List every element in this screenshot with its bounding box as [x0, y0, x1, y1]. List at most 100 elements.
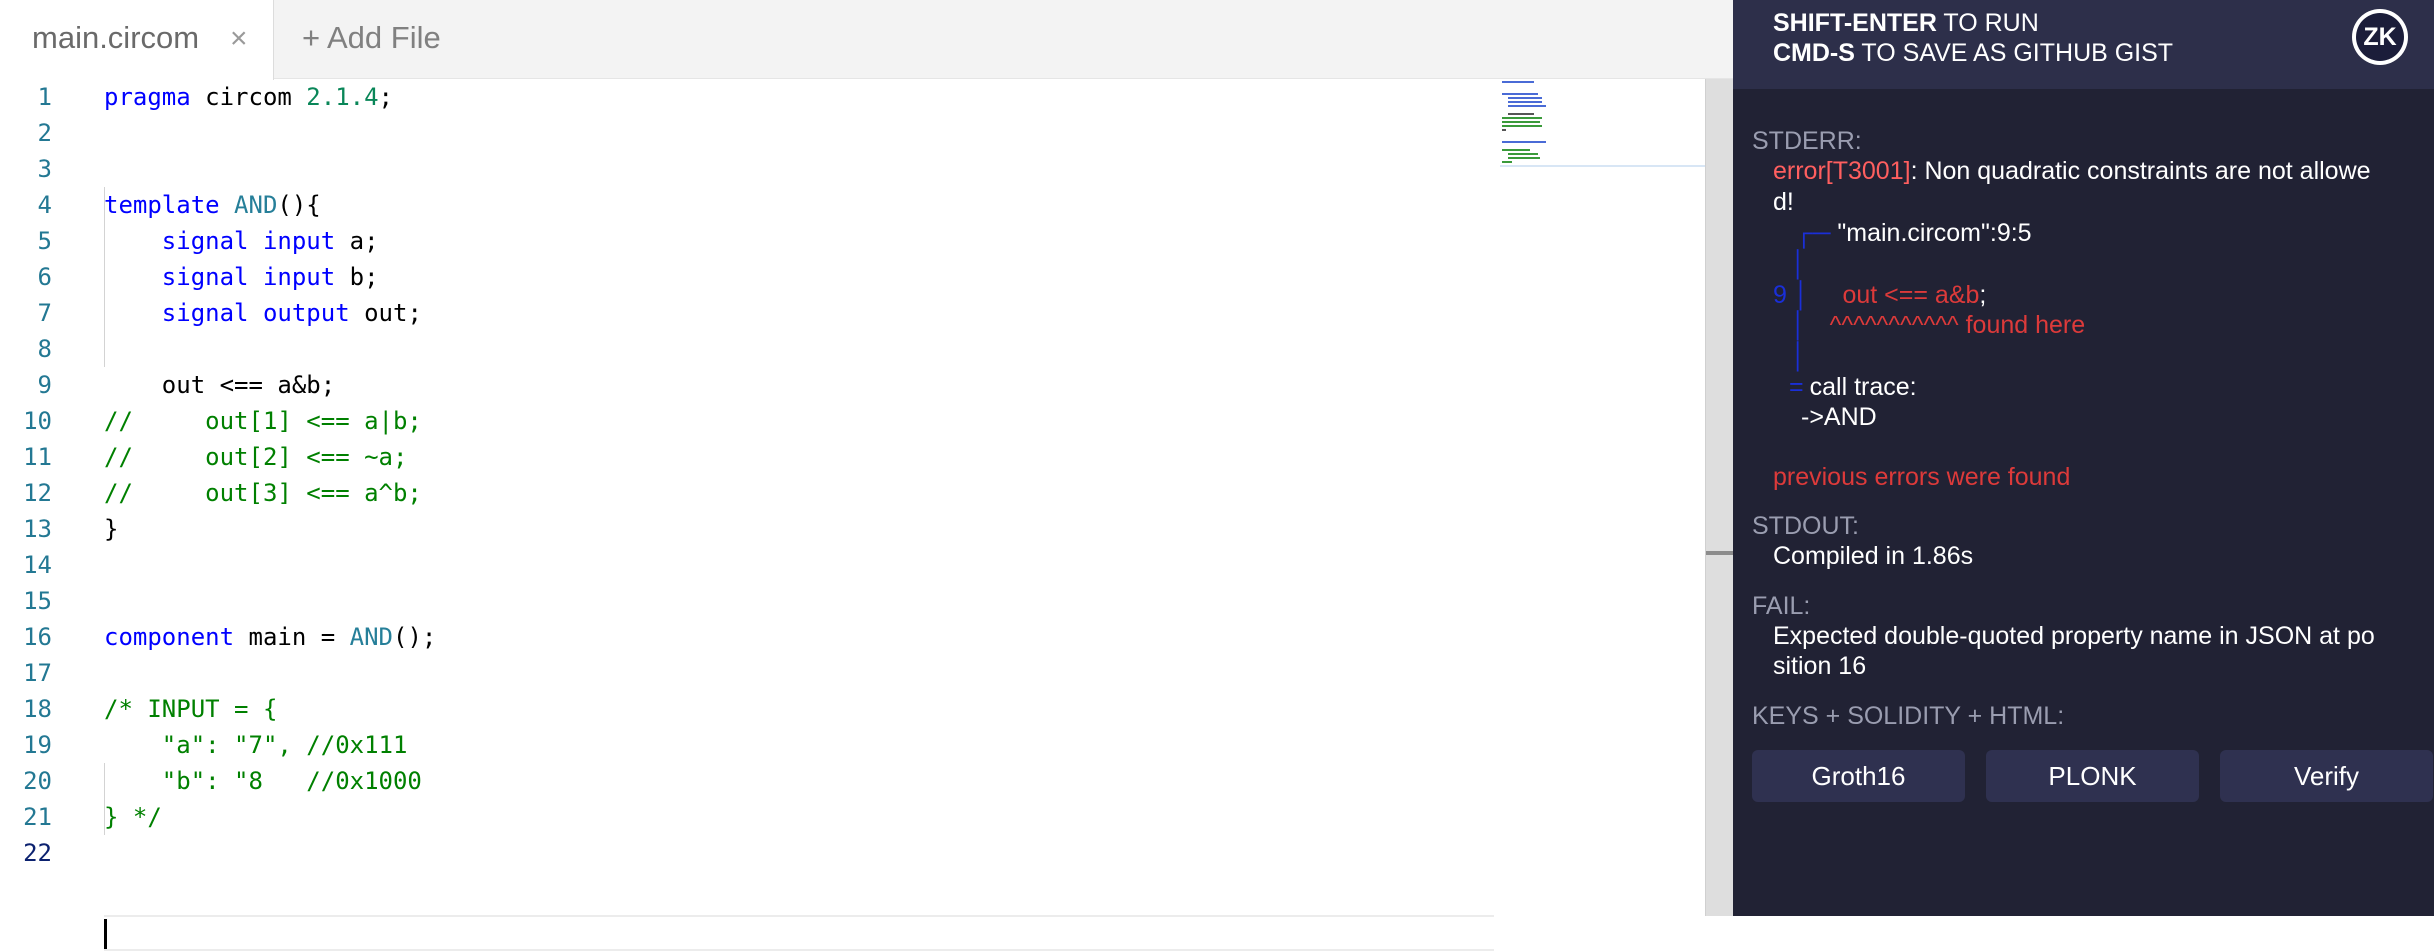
groth16-button[interactable]: Groth16 [1752, 750, 1965, 802]
stderr-label: STDERR: [1752, 127, 1862, 155]
run-hint: SHIFT-ENTER TO RUN [1773, 9, 2039, 38]
verify-button[interactable]: Verify [2220, 750, 2433, 802]
add-file-button[interactable]: + Add File [302, 20, 441, 56]
scrollbar-cursor-marker [1706, 551, 1734, 555]
trace-carets: ^^^^^^^^^^^ found here [1829, 311, 2086, 339]
trace-line-number: 9 │ [1773, 281, 1810, 309]
line-number: 10 [23, 407, 52, 435]
code-token: circom [190, 83, 307, 111]
keys-label: KEYS + SOLIDITY + HTML: [1752, 702, 2065, 730]
code-line[interactable]: 2 [0, 115, 1500, 151]
code-text: // out[2] <== ~a; [104, 439, 407, 475]
logo-text: ZK [2356, 13, 2404, 61]
error-message: : Non quadratic constraints are not allo… [1910, 157, 2371, 185]
code-token: out <== a&b; [104, 371, 336, 399]
code-token: } [104, 515, 119, 543]
trace-pipe-2: │ [1791, 311, 1807, 339]
stdout-text: Compiled in 1.86s [1773, 542, 1974, 570]
code-token: "a": "7", //0x111 [104, 731, 408, 759]
line-number: 6 [37, 263, 52, 291]
code-line[interactable]: 6 signal input b; [0, 259, 1500, 295]
line-number: 17 [23, 659, 52, 687]
code-line[interactable]: 20 "b": "8 //0x1000 [0, 763, 1500, 799]
code-text: "a": "7", //0x111 [104, 727, 408, 763]
call-trace: call trace: [1809, 373, 1917, 401]
code-token: (){ [277, 191, 321, 219]
plonk-button[interactable]: PLONK [1986, 750, 2199, 802]
code-line[interactable]: 19 "a": "7", //0x111 [0, 727, 1500, 763]
line-number: 16 [23, 623, 52, 651]
code-token: AND [349, 623, 393, 651]
code-text: } */ [104, 799, 162, 835]
code-line[interactable]: 15 [0, 583, 1500, 619]
call-trace-and: ->AND [1801, 403, 1877, 431]
code-text: "b": "8 //0x1000 [104, 763, 422, 799]
code-token: 2.1.4 [306, 83, 379, 111]
code-line[interactable]: 16 component main = AND(); [0, 619, 1500, 655]
current-line-highlight [104, 915, 1494, 951]
code-editor[interactable]: main.circom × + Add File 1 pragma circom … [0, 0, 1734, 951]
trace-caret-line: │ ^^^^^^^^^^^ found here [1791, 311, 2085, 340]
panel-header: SHIFT-ENTER TO RUN CMD-S TO SAVE AS GITH… [1733, 0, 2434, 89]
code-line[interactable]: 11 // out[2] <== ~a; [0, 439, 1500, 475]
code-area[interactable]: 1 pragma circom 2.1.4; 2 3 4 template AND(){5… [0, 79, 1500, 951]
code-line[interactable]: 1 pragma circom 2.1.4; [0, 79, 1500, 115]
code-token: } */ [104, 803, 162, 831]
code-line[interactable]: 21 } */ [0, 799, 1500, 835]
code-text: /* INPUT = { [104, 691, 277, 727]
code-line[interactable]: 9 out <== a&b; [0, 367, 1500, 403]
code-text: // out[1] <== a|b; [104, 403, 422, 439]
save-hint-text: TO SAVE AS GITHUB GIST [1854, 39, 2174, 67]
code-token: // out[1] <== a|b; [104, 407, 422, 435]
trace-pipe-3: │ [1791, 342, 1807, 370]
fail-text: Expected double-quoted property name in … [1773, 622, 2375, 650]
file-tab-label[interactable]: main.circom [32, 20, 199, 56]
line-number: 15 [23, 587, 52, 615]
code-line[interactable]: 14 [0, 547, 1500, 583]
output-panel: SHIFT-ENTER TO RUN CMD-S TO SAVE AS GITH… [1733, 0, 2434, 916]
code-token: /* INPUT = { [104, 695, 278, 723]
zk-logo-icon[interactable]: ZK [2352, 9, 2408, 65]
code-line[interactable]: 8 [0, 331, 1500, 367]
trace-semicolon: ; [1979, 281, 1987, 309]
fail-label: FAIL: [1752, 592, 1811, 620]
code-text: component main = AND(); [104, 619, 436, 655]
minimap[interactable] [1500, 79, 1705, 916]
code-token: input [262, 263, 336, 291]
code-text: template AND(){ [104, 187, 321, 223]
run-hint-key: SHIFT-ENTER [1773, 9, 1937, 37]
line-number: 9 [37, 371, 52, 399]
code-token: main = [234, 623, 350, 651]
line-number: 19 [23, 731, 52, 759]
line-number: 5 [37, 227, 52, 255]
code-line[interactable]: 3 [0, 151, 1500, 187]
code-line[interactable]: 17 [0, 655, 1500, 691]
line-number: 14 [23, 551, 52, 579]
close-icon[interactable]: × [230, 22, 248, 56]
line-number: 11 [23, 443, 52, 471]
code-token: signal [161, 263, 249, 291]
line-number: 2 [37, 119, 52, 147]
error-message-wrap: d! [1773, 188, 1794, 216]
code-text: signal output out; [104, 295, 422, 331]
code-line[interactable]: 4 template AND(){ [0, 187, 1500, 223]
code-line[interactable]: 7 signal output out; [0, 295, 1500, 331]
line-number: 21 [23, 803, 52, 831]
code-token: // out[3] <== a^b; [104, 479, 422, 507]
file-tab[interactable]: main.circom × [0, 0, 274, 80]
code-line[interactable]: 10 // out[1] <== a|b; [0, 403, 1500, 439]
code-line[interactable]: 5 signal input a; [0, 223, 1500, 259]
code-line[interactable]: 18 /* INPUT = { [0, 691, 1500, 727]
code-line[interactable]: 12 // out[3] <== a^b; [0, 475, 1500, 511]
code-line[interactable]: 22 [0, 835, 1500, 871]
file-tab-bar: main.circom × + Add File [0, 0, 1733, 80]
error-code: error[T3001] [1773, 157, 1911, 185]
code-token: (); [393, 623, 437, 651]
vertical-scrollbar[interactable] [1705, 79, 1734, 916]
code-line[interactable]: 13} [0, 511, 1500, 547]
line-number: 12 [23, 479, 52, 507]
code-text: } [104, 511, 118, 547]
